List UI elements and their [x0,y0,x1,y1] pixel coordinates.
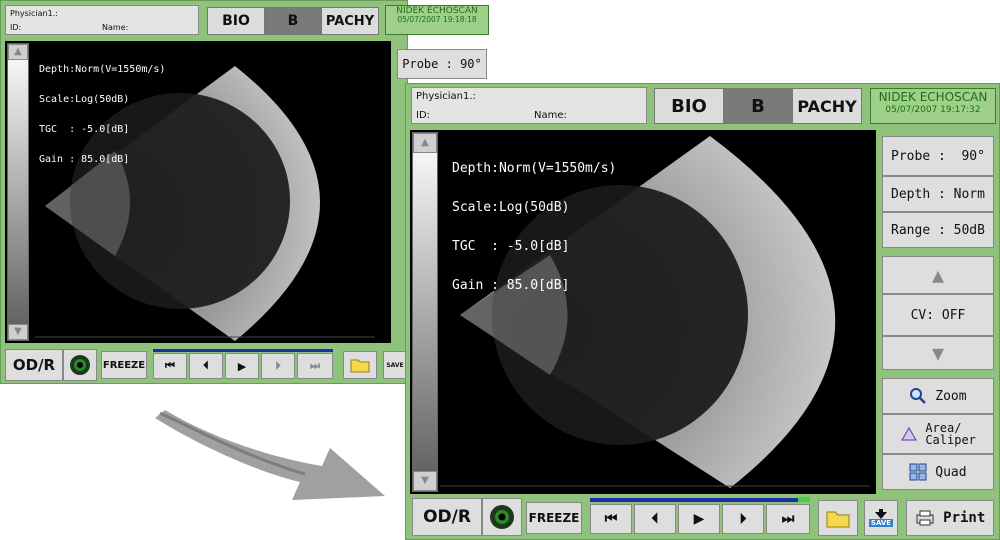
info-scale: Scale:Log(50dB) [452,200,570,215]
probe-button[interactable]: Probe : 90° [882,136,994,176]
freeze-button[interactable]: FREEZE [101,351,147,379]
cv-status: CV: OFF [882,294,994,336]
first-frame-button[interactable]: ⏮ [153,353,187,379]
quad-button[interactable]: Quad [882,454,994,490]
save-label: SAVE [386,361,404,369]
cine-progress-marker [798,497,810,502]
id-label: ID: [10,23,22,32]
cine-progress-bar [590,498,810,502]
first-frame-button[interactable]: ⏮ [590,504,632,534]
folder-icon[interactable] [818,500,858,536]
scan-info: Depth:Norm(V=1550m/s) Scale:Log(50dB) TG… [39,45,165,185]
probe-value: 90° [460,57,482,71]
info-tgc: TGC : -5.0[dB] [452,239,570,254]
gain-scrollbar[interactable]: ▲ ▼ [412,132,438,492]
probe-value: 90° [961,148,985,164]
scroll-up-icon[interactable]: ▲ [8,44,28,60]
triangle-icon [901,427,917,441]
zoom-label: Zoom [935,388,967,404]
brand-panel: NIDEK ECHOSCAN 05/07/2007 19:17:32 [870,88,996,124]
probe-button[interactable]: Probe : 90° [397,49,487,79]
datetime: 05/07/2007 19:18:18 [397,15,477,25]
save-label: SAVE [868,519,894,527]
mode-pachy-button[interactable]: PACHY [321,7,379,35]
printer-icon [916,510,934,526]
info-tgc: TGC : -5.0[dB] [39,124,130,135]
cv-up-button[interactable]: ▲ [882,256,994,294]
next-frame-button[interactable]: ⏵ [722,504,764,534]
save-icon[interactable]: SAVE [383,351,407,379]
prev-frame-button[interactable]: ⏴ [634,504,676,534]
print-button[interactable]: Print [906,500,994,536]
prev-frame-button[interactable]: ⏴ [189,353,223,379]
freeze-button[interactable]: FREEZE [526,502,582,534]
save-icon[interactable]: SAVE [864,500,898,536]
front-screen: Physician1.: ID: Name: BIO B PACHY NIDEK… [405,83,1000,540]
magnifier-icon [910,388,927,404]
scan-info: Depth:Norm(V=1550m/s) Scale:Log(50dB) TG… [452,136,616,318]
depth-button[interactable]: Depth : Norm [882,176,994,212]
probe-label: Probe : [891,148,946,164]
quad-label: Quad [935,464,967,480]
info-scale: Scale:Log(50dB) [39,94,130,105]
mode-pachy-button[interactable]: PACHY [792,88,862,124]
cine-progress-bar [153,349,333,352]
zoom-button[interactable]: Zoom [882,378,994,414]
last-frame-button[interactable]: ⏭ [297,353,333,379]
physician-label: Physician1.: [10,9,58,18]
range-button[interactable]: Range : 50dB [882,212,994,248]
datetime: 05/07/2007 19:17:32 [885,104,981,115]
info-gain: Gain : 85.0[dB] [39,154,130,165]
play-button[interactable]: ▶ [225,353,259,379]
odr-button[interactable]: OD/R [412,498,482,536]
scroll-down-icon[interactable]: ▼ [8,324,28,340]
brand-name: NIDEK ECHOSCAN [878,90,988,104]
back-screen: Physician1.: ID: Name: BIO B PACHY NIDEK… [0,0,489,384]
last-frame-button[interactable]: ⏭ [766,504,810,534]
mode-b-button[interactable]: B [724,88,792,124]
eye-icon[interactable] [482,498,522,536]
scroll-up-icon[interactable]: ▲ [413,133,437,153]
area-caliper-button[interactable]: Area/Caliper [882,414,994,454]
next-frame-button[interactable]: ⏵ [261,353,295,379]
eye-icon[interactable] [63,349,97,381]
probe-label: Probe : [402,57,453,71]
ultrasound-image: ▲ ▼ Depth:Norm(V=1550m/s) Scale:Log(50dB… [410,130,876,494]
cv-down-button[interactable]: ▼ [882,336,994,370]
info-depth: Depth:Norm(V=1550m/s) [39,64,166,75]
info-gain: Gain : 85.0[dB] [452,278,570,293]
area-caliper-label-2: Caliper [925,433,976,447]
print-label: Print [943,510,986,526]
folder-icon[interactable] [343,351,377,379]
play-button[interactable]: ▶ [678,504,720,534]
scroll-down-icon[interactable]: ▼ [413,471,437,491]
physician-label: Physician1.: [416,91,476,102]
mode-bio-button[interactable]: BIO [207,7,265,35]
quad-grid-icon [909,463,927,481]
name-label: Name: [102,23,129,32]
name-label: Name: [534,110,567,121]
patient-info-box: Physician1.: ID: Name: [5,5,199,35]
brand-panel-full: NIDEK ECHOSCAN 05/07/2007 19:18:18 [385,5,489,35]
info-depth: Depth:Norm(V=1550m/s) [452,161,617,176]
id-label: ID: [416,110,431,121]
mode-b-button[interactable]: B [265,7,321,35]
patient-info-box: Physician1.: ID: Name: [411,87,647,124]
gain-scrollbar[interactable]: ▲ ▼ [7,43,29,341]
ultrasound-image: ▲ ▼ Depth:Norm(V=1550m/s) Scale:Log(50dB… [5,41,391,343]
odr-button[interactable]: OD/R [5,349,63,381]
mode-bio-button[interactable]: BIO [654,88,724,124]
